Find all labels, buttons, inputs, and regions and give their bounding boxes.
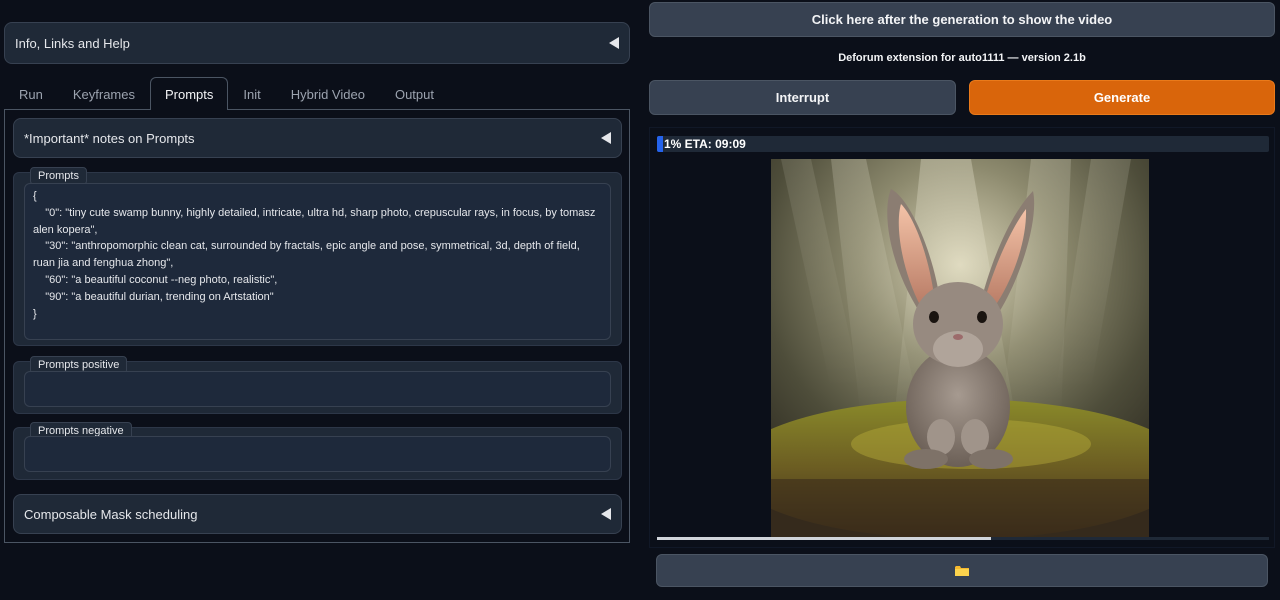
collapse-triangle-icon [601,132,611,144]
open-folder-button[interactable] [656,554,1268,587]
tab-keyframes[interactable]: Keyframes [58,77,150,110]
prompts-negative-textarea[interactable] [24,436,611,472]
prompts-negative-block: Prompts negative [13,422,622,480]
bunny-image [771,159,1149,537]
composable-mask-accordion[interactable]: Composable Mask scheduling [13,494,622,534]
show-video-button[interactable]: Click here after the generation to show … [649,2,1275,37]
tab-bar: Run Keyframes Prompts Init Hybrid Video … [4,77,630,110]
collapse-triangle-icon [601,508,611,520]
folder-icon [955,565,969,576]
accordion-label: *Important* notes on Prompts [24,130,195,146]
progress-text: 1% ETA: 09:09 [664,137,746,151]
prompt-line: "90": "a beautiful durian, trending on A… [33,290,274,303]
prompt-line: "0": "tiny cute swamp bunny, highly deta… [33,206,599,236]
tab-run[interactable]: Run [4,77,58,110]
prompt-line: "30": "anthropomorphic clean cat, surrou… [33,240,583,270]
collapse-triangle-icon [609,37,619,49]
progress-fill [657,136,664,152]
accordion-label: Info, Links and Help [15,35,130,51]
prompt-line: { [33,190,37,202]
tab-init[interactable]: Init [228,77,275,110]
output-gallery: 1% ETA: 09:09 [649,127,1275,548]
prompts-positive-block: Prompts positive [13,356,622,414]
accordion-label: Composable Mask scheduling [24,506,198,522]
generated-image-preview[interactable] [771,159,1149,537]
prompts-block: Prompts { "0": "tiny cute swamp bunny, h… [13,167,622,346]
tab-label: Run [19,86,43,102]
version-text: Deforum extension for auto1111 — version… [838,52,1086,64]
settings-column: Info, Links and Help Run Keyframes Promp… [0,0,637,550]
prompts-textarea[interactable]: { "0": "tiny cute swamp bunny, highly de… [24,183,611,340]
tab-label: Keyframes [72,86,135,102]
prompt-line: } [33,307,37,320]
tab-output[interactable]: Output [380,77,449,110]
generate-button[interactable]: Generate [969,80,1275,115]
tab-label: Prompts [165,86,214,102]
progress-bar: 1% ETA: 09:09 [657,136,1269,152]
important-notes-accordion[interactable]: *Important* notes on Prompts [13,118,622,158]
tab-prompts[interactable]: Prompts [150,77,229,110]
interrupt-button[interactable]: Interrupt [649,80,956,115]
gallery-scrollbar-thumb[interactable] [657,537,991,540]
tab-label: Hybrid Video [290,86,365,102]
tab-hybrid-video[interactable]: Hybrid Video [276,77,380,110]
tab-label: Output [394,86,434,102]
gallery-scrollbar[interactable] [657,537,1269,540]
prompts-tab-panel: *Important* notes on Prompts Prompts { "… [4,109,630,543]
info-links-help-accordion[interactable]: Info, Links and Help [4,22,630,64]
tab-label: Init [243,86,261,102]
prompt-line: "60": "a beautiful coconut --neg photo, … [33,273,278,286]
prompts-positive-textarea[interactable] [24,371,611,407]
